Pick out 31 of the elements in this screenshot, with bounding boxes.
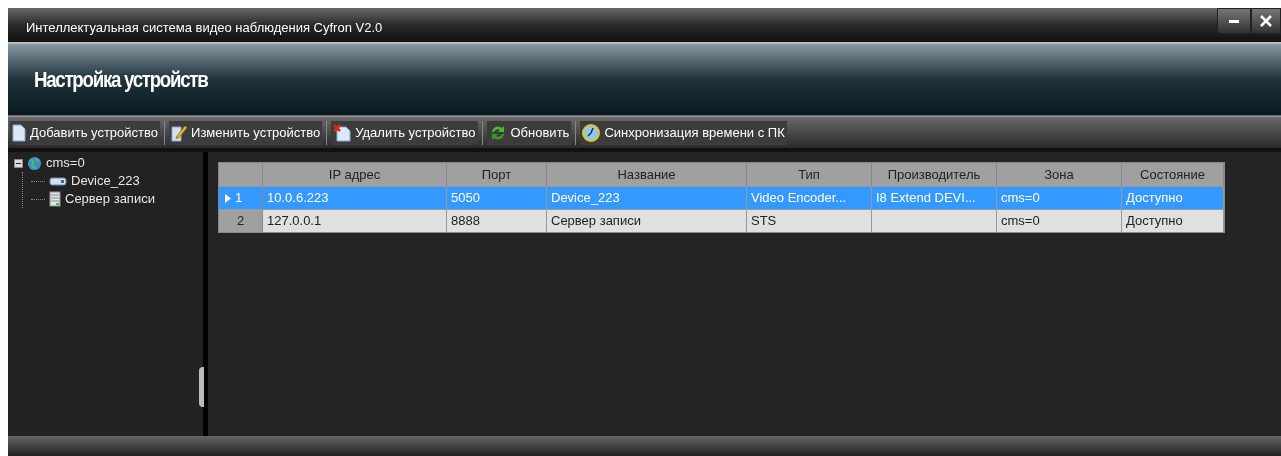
clock-icon <box>582 123 601 142</box>
table-row[interactable]: 2 127.0.0.1 8888 Сервер записи STS cms=0 Доступно <box>219 209 1224 232</box>
toolbar-button[interactable]: Изменить устройство <box>169 120 323 145</box>
toolbar-button[interactable]: Обновить <box>486 120 572 145</box>
toolbar-button[interactable]: Добавить устройство <box>10 120 161 145</box>
table-cell: 8888 <box>447 210 547 232</box>
table-cell: 127.0.0.1 <box>263 210 447 232</box>
table-cell: Сервер записи <box>547 210 747 232</box>
minimize-button[interactable] <box>1217 8 1251 34</box>
tree-item[interactable]: cms=0 <box>46 153 85 173</box>
tree-item[interactable]: Сервер записи <box>65 189 155 209</box>
toolbar-button[interactable]: Удалить устройство <box>331 120 478 145</box>
device-icon <box>49 176 67 186</box>
document-icon <box>12 123 26 142</box>
window-title: Интеллектуальная система видео наблюдения Cyfron V2.0 <box>25 19 383 38</box>
row-number: 2 <box>219 210 263 232</box>
server-icon <box>49 191 61 207</box>
globe-icon <box>27 155 42 171</box>
current-row-icon <box>225 193 231 203</box>
table-cell: STS <box>747 210 872 232</box>
table-cell: Доступно <box>1122 210 1224 232</box>
toolbar-button[interactable]: Синхронизация времени с ПК <box>580 120 787 145</box>
pencil-document-icon <box>171 123 188 142</box>
table-cell: cms=0 <box>997 210 1122 232</box>
close-icon <box>1260 15 1272 27</box>
collapse-icon[interactable] <box>14 158 23 168</box>
close-button[interactable] <box>1251 8 1281 34</box>
tree-item[interactable]: Device_223 <box>71 171 140 191</box>
delete-document-icon <box>333 123 352 142</box>
splitter-handle[interactable] <box>199 367 204 407</box>
page-title: Настройка устройств <box>34 66 208 94</box>
